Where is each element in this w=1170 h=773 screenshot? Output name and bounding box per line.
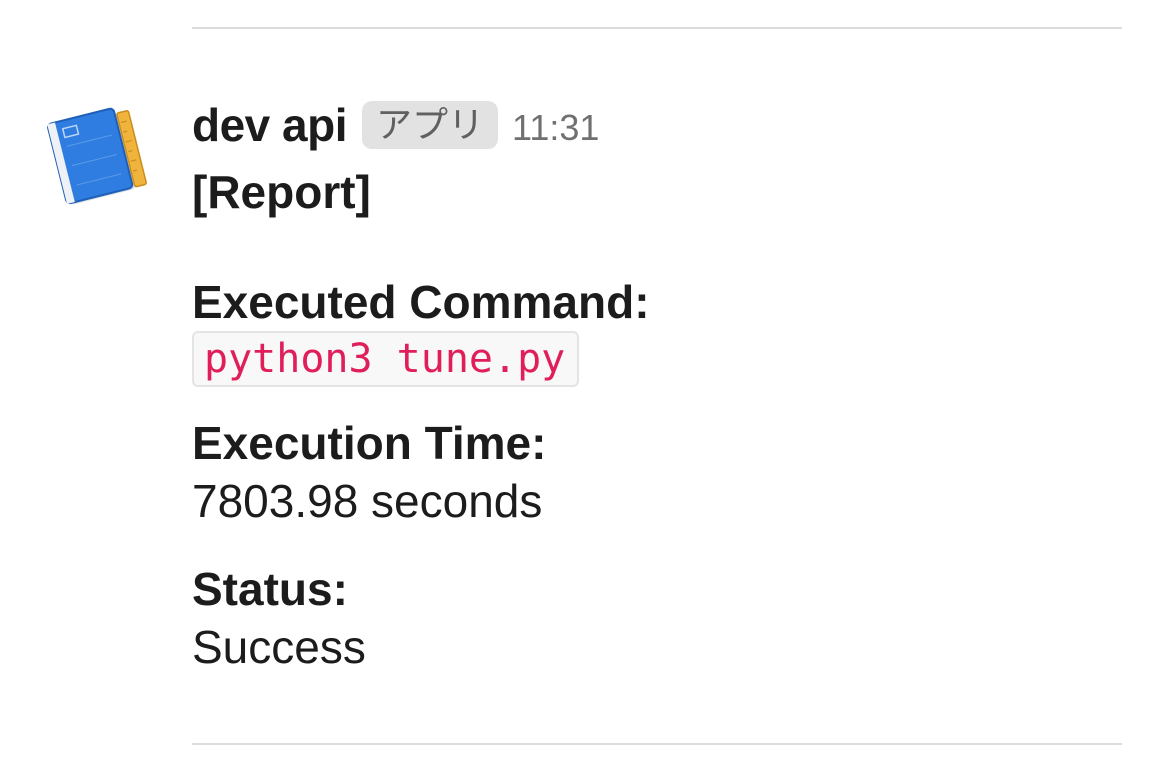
field-value: Success [192, 621, 366, 673]
message-header: dev api アプリ 11:31 [192, 92, 1092, 158]
message-body: dev api アプリ 11:31 [Report] Executed Comm… [192, 92, 1092, 677]
field-label: Status: [192, 563, 348, 615]
report-title: [Report] [192, 166, 371, 218]
app-badge: アプリ [362, 101, 499, 149]
field-label: Executed Command: [192, 276, 650, 328]
field-executed-command: Executed Command: python3 tune.py [192, 274, 1092, 387]
sender-name[interactable]: dev api [192, 98, 348, 152]
message-divider-bottom [192, 743, 1122, 745]
blueprint-book-icon [47, 107, 147, 205]
field-value: 7803.98 seconds [192, 475, 543, 527]
message-timestamp[interactable]: 11:31 [512, 107, 599, 149]
field-label: Execution Time: [192, 417, 547, 469]
app-avatar[interactable] [46, 98, 158, 210]
message-divider-top [192, 27, 1122, 29]
field-status: Status: Success [192, 561, 1092, 677]
command-code: python3 tune.py [192, 331, 580, 387]
field-execution-time: Execution Time: 7803.98 seconds [192, 415, 1092, 531]
